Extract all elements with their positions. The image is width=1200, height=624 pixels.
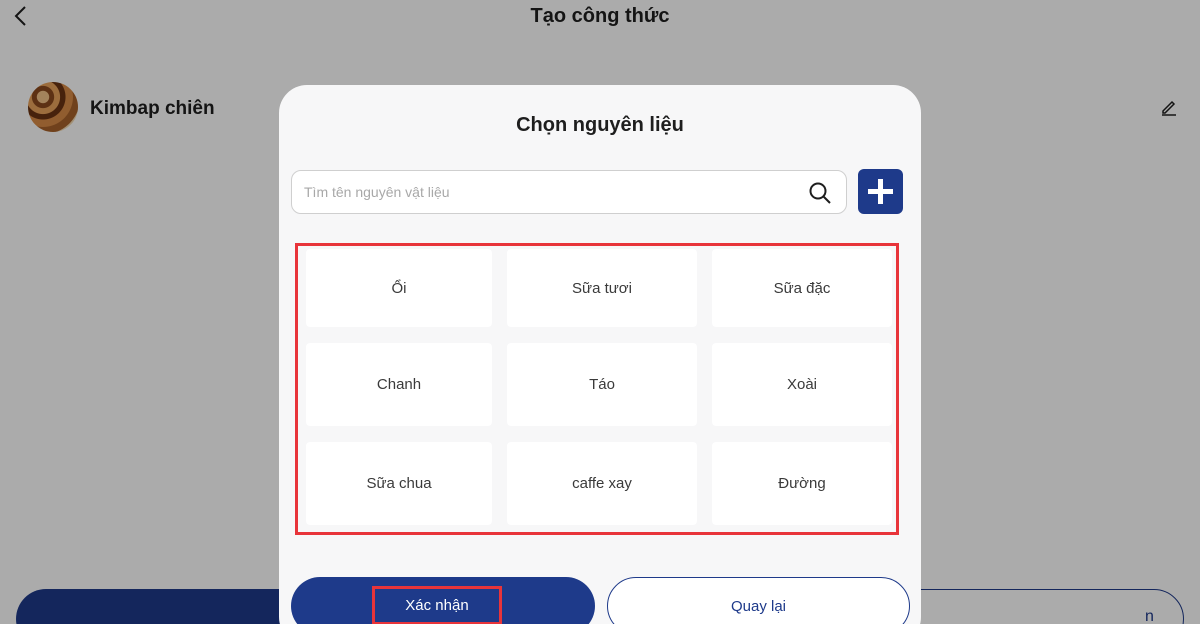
back-button[interactable]: Quay lại xyxy=(607,577,910,624)
ingredient-search-input[interactable] xyxy=(304,171,794,213)
ingredient-grid: Ổi Sữa tươi Sữa đặc Chanh Táo Xoài Sữa c… xyxy=(306,249,892,525)
ingredient-item[interactable]: Ổi xyxy=(306,249,492,327)
confirm-button[interactable]: Xác nhận xyxy=(291,577,595,624)
plus-icon xyxy=(868,179,893,204)
ingredient-item[interactable]: Táo xyxy=(507,343,697,426)
modal-title: Chọn nguyên liệu xyxy=(516,114,684,136)
ingredient-item[interactable]: Sữa đặc xyxy=(712,249,892,327)
ingredient-item[interactable]: Xoài xyxy=(712,343,892,426)
search-icon[interactable] xyxy=(808,181,832,205)
ingredient-picker-modal: Chọn nguyên liệu Ổi Sữa tươi Sữa đặc Cha… xyxy=(279,85,921,624)
ingredient-item[interactable]: Sữa tươi xyxy=(507,249,697,327)
add-ingredient-button[interactable] xyxy=(858,169,903,214)
ingredient-item[interactable]: Chanh xyxy=(306,343,492,426)
ingredient-item[interactable]: caffe xay xyxy=(507,442,697,525)
search-box xyxy=(291,170,847,214)
confirm-button-label: Xác nhận xyxy=(372,586,502,624)
ingredient-item[interactable]: Sữa chua xyxy=(306,442,492,525)
ingredient-grid-highlight: Ổi Sữa tươi Sữa đặc Chanh Táo Xoài Sữa c… xyxy=(295,243,899,535)
ingredient-item[interactable]: Đường xyxy=(712,442,892,525)
